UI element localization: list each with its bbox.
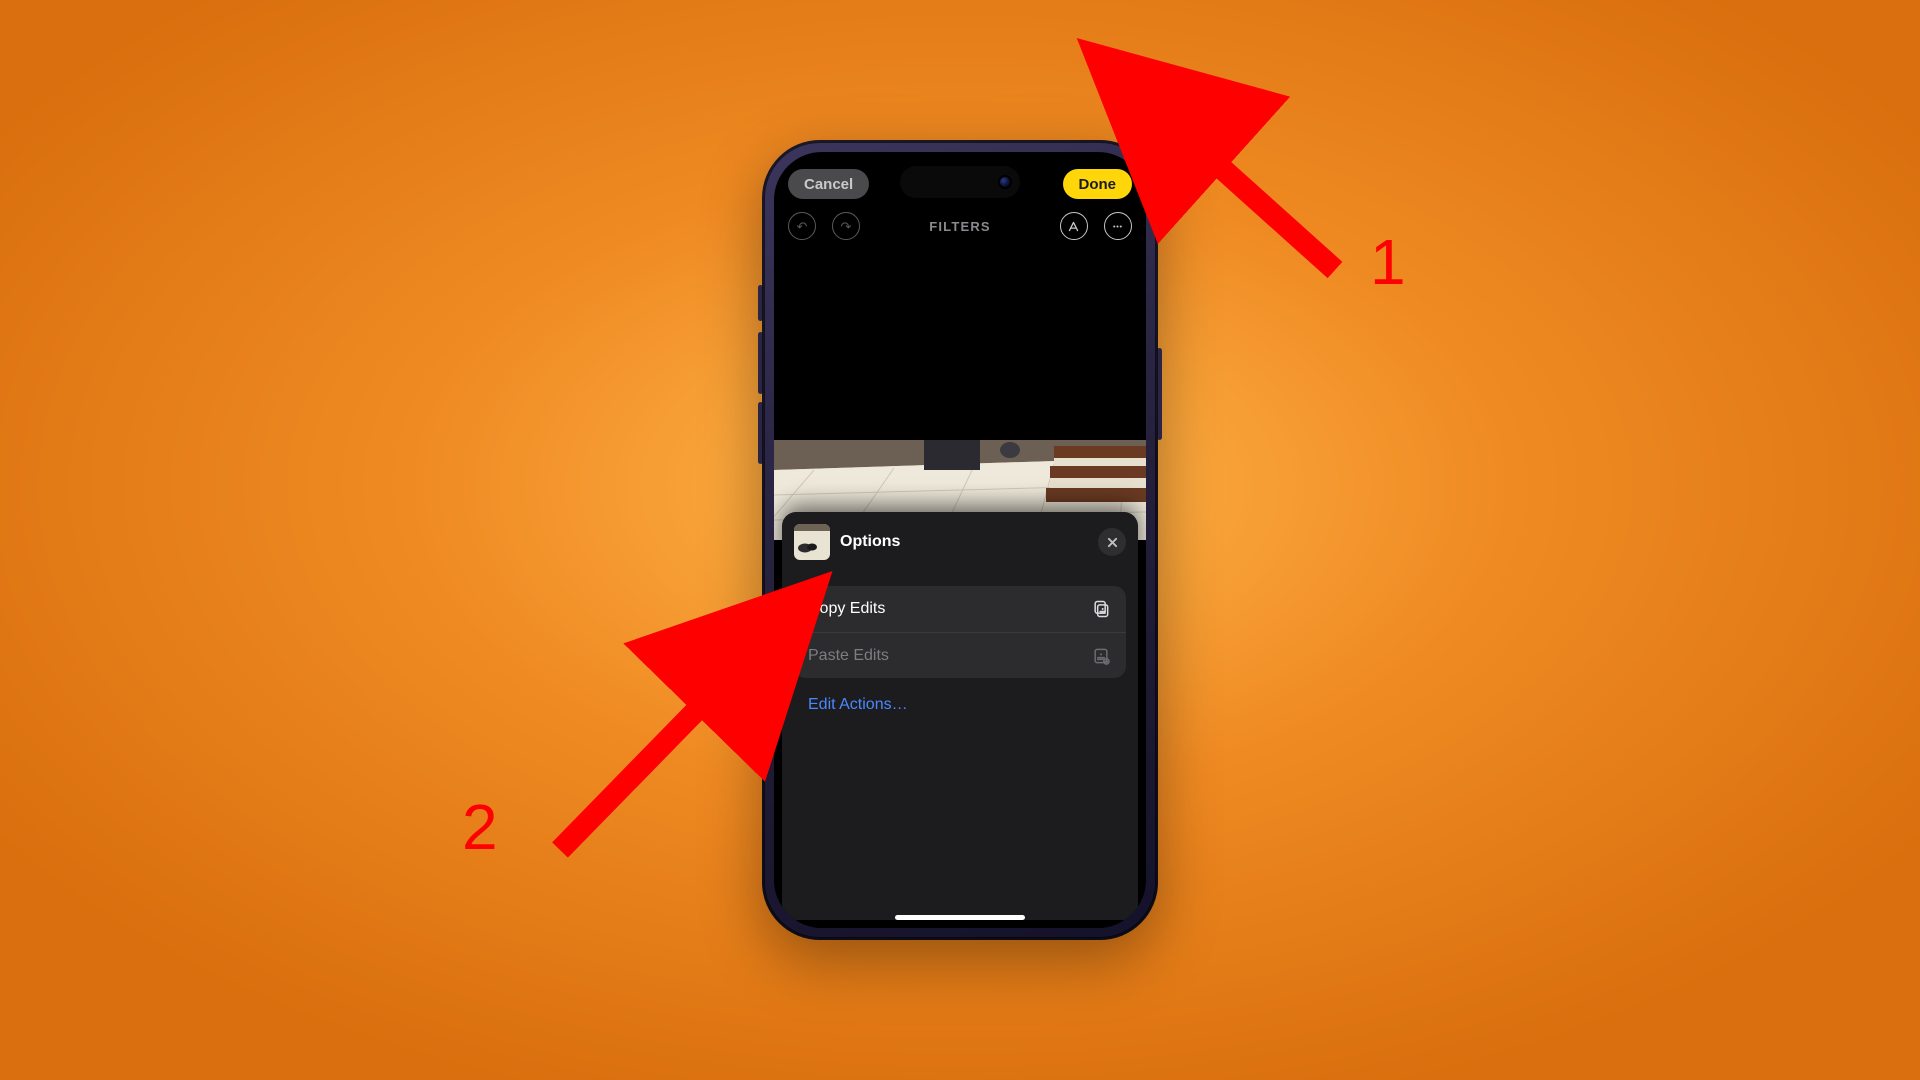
iphone-frame: Cancel Done ↶ ↷ FILTERS [762,140,1158,940]
close-button[interactable] [1098,528,1126,556]
done-button[interactable]: Done [1063,169,1133,199]
paste-edits-row: Paste Edits [794,632,1126,678]
redo-icon: ↷ [841,220,852,233]
screen: Cancel Done ↶ ↷ FILTERS [774,152,1146,928]
sheet-header: Options [794,524,1126,560]
markup-icon [1067,220,1080,233]
options-sheet: Options Copy Edits [782,512,1138,920]
paste-edits-icon [1090,645,1112,667]
cancel-button[interactable]: Cancel [788,169,869,199]
side-button-volume-up [758,332,763,394]
more-button[interactable] [1104,212,1132,240]
dynamic-island [900,166,1020,198]
copy-edits-row[interactable]: Copy Edits [794,586,1126,632]
edit-actions-button[interactable]: Edit Actions… [794,696,1126,714]
copy-edits-icon [1090,598,1112,620]
paste-edits-label: Paste Edits [808,647,889,665]
copy-edits-label: Copy Edits [808,600,885,618]
side-button-silent [758,285,763,321]
front-camera [1000,177,1010,187]
redo-button[interactable]: ↷ [832,212,860,240]
section-title: FILTERS [929,219,991,234]
photo-thumbnail [794,524,830,560]
side-button-volume-down [758,402,763,464]
undo-icon: ↶ [797,220,808,233]
more-icon [1111,220,1124,233]
home-indicator[interactable] [895,915,1025,920]
edit-actions-label: Edit Actions… [808,696,908,713]
markup-button[interactable] [1060,212,1088,240]
done-button-label: Done [1079,176,1117,193]
cancel-button-label: Cancel [804,176,853,193]
undo-button[interactable]: ↶ [788,212,816,240]
close-icon [1107,537,1118,548]
sheet-title: Options [840,533,1088,551]
editor-toolrow: ↶ ↷ FILTERS [774,208,1146,244]
edits-group: Copy Edits Paste Edits [794,586,1126,678]
side-button-power [1157,348,1162,440]
